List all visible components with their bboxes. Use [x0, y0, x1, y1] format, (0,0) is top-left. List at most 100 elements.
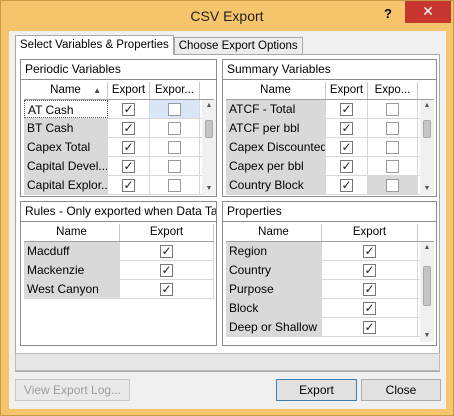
properties-scrollbar[interactable]: ▲ ▼ — [420, 242, 434, 342]
rules-title: Rules - Only exported when Data Table — [21, 202, 216, 222]
export-checkbox-checked[interactable]: ✓ — [363, 263, 376, 277]
export-checkbox-checked[interactable]: ✓ — [340, 140, 353, 154]
table-row[interactable]: Capital Devel... ✓ — [24, 157, 214, 176]
row-name: Deep or Shallow — [226, 318, 322, 336]
table-row[interactable]: Block ✓ — [226, 299, 434, 318]
table-row[interactable]: Country ✓ — [226, 261, 434, 280]
export-checkbox-checked[interactable]: ✓ — [122, 178, 135, 192]
export-checkbox-unchecked[interactable] — [168, 178, 181, 192]
row-name: Macduff — [24, 242, 120, 260]
export-checkbox-checked[interactable]: ✓ — [160, 244, 173, 258]
export-checkbox-checked[interactable]: ✓ — [160, 263, 173, 277]
column-header[interactable]: Export — [108, 82, 150, 99]
export-checkbox-unchecked[interactable] — [168, 121, 181, 135]
scroll-thumb[interactable] — [423, 120, 431, 138]
export-cell: ✓ — [108, 138, 150, 156]
row-name: ATCF - Total — [226, 100, 326, 118]
column-header[interactable]: Export — [326, 82, 368, 99]
export-cell: ✓ — [322, 299, 418, 317]
row-name: AT Cash — [24, 100, 108, 118]
table-row[interactable]: BT Cash ✓ — [24, 119, 214, 138]
table-row[interactable]: AT Cash ✓ — [24, 100, 214, 119]
scroll-thumb[interactable] — [423, 266, 431, 306]
view-export-log-button[interactable]: View Export Log... — [15, 379, 130, 401]
column-header[interactable]: Name — [226, 224, 322, 241]
help-button[interactable]: ? — [380, 5, 396, 23]
row-name: Region — [226, 242, 322, 260]
export-cell: ✓ — [326, 138, 368, 156]
scroll-thumb[interactable] — [205, 120, 213, 138]
row-name: Capital Explor... — [24, 176, 108, 194]
export-checkbox-checked[interactable]: ✓ — [363, 244, 376, 258]
export-checkbox-checked[interactable]: ✓ — [122, 102, 135, 116]
export-checkbox-checked[interactable]: ✓ — [122, 159, 135, 173]
scroll-up-icon[interactable]: ▲ — [420, 242, 434, 254]
close-window-button[interactable]: ✕ — [405, 1, 451, 23]
table-row[interactable]: Purpose ✓ — [226, 280, 434, 299]
tab-page: Periodic Variables Name ▲ Export Expor... AT… — [15, 54, 440, 372]
export-progress-bar — [15, 353, 440, 371]
periodic-variables-title: Periodic Variables — [21, 60, 216, 80]
export-checkbox-checked[interactable]: ✓ — [340, 178, 353, 192]
table-row[interactable]: Mackenzie ✓ — [24, 261, 214, 280]
table-row[interactable]: Capital Explor... ✓ — [24, 176, 214, 195]
scroll-down-icon[interactable]: ▼ — [420, 183, 434, 195]
summary-scrollbar[interactable]: ▲ ▼ — [420, 100, 434, 195]
export-cell: ✓ — [120, 280, 214, 298]
export-checkbox-unchecked[interactable] — [386, 121, 399, 135]
scroll-up-icon[interactable]: ▲ — [202, 100, 216, 112]
properties-grid: Name Export Region ✓ Country ✓ Purpose ✓ Block ✓ D… — [226, 224, 434, 337]
export-checkbox-checked[interactable]: ✓ — [363, 282, 376, 296]
column-header[interactable]: Name — [24, 224, 120, 241]
table-row[interactable]: ATCF per bbl ✓ — [226, 119, 434, 138]
export-checkbox-unchecked[interactable] — [168, 140, 181, 154]
row-name: ATCF per bbl — [226, 119, 326, 137]
row-name: Capex per bbl — [226, 157, 326, 175]
export-checkbox-checked[interactable]: ✓ — [122, 140, 135, 154]
export-checkbox-unchecked[interactable] — [386, 140, 399, 154]
table-row[interactable]: Capex per bbl ✓ — [226, 157, 434, 176]
table-row[interactable]: Deep or Shallow ✓ — [226, 318, 434, 337]
export-checkbox-unchecked[interactable] — [386, 178, 399, 192]
export-cell: ✓ — [322, 261, 418, 279]
export-checkbox-checked[interactable]: ✓ — [340, 159, 353, 173]
export-checkbox-unchecked[interactable] — [386, 159, 399, 173]
table-row[interactable]: Macduff ✓ — [24, 242, 214, 261]
column-header[interactable]: Expo... — [368, 82, 418, 99]
table-row[interactable]: ATCF - Total ✓ — [226, 100, 434, 119]
column-header[interactable]: Export — [322, 224, 418, 241]
export-checkbox-checked[interactable]: ✓ — [340, 102, 353, 116]
tab-strip: Select Variables & Properties Choose Exp… — [15, 35, 303, 55]
export-cell — [150, 119, 200, 137]
scroll-up-icon[interactable]: ▲ — [420, 100, 434, 112]
export-cell: ✓ — [326, 100, 368, 118]
column-header[interactable]: Name — [226, 82, 326, 99]
table-row[interactable]: West Canyon ✓ — [24, 280, 214, 299]
export-checkbox-checked[interactable]: ✓ — [122, 121, 135, 135]
column-header[interactable]: Export — [120, 224, 214, 241]
periodic-scrollbar[interactable]: ▲ ▼ — [202, 100, 216, 195]
column-header[interactable]: Expor... — [150, 82, 200, 99]
tab-select-variables[interactable]: Select Variables & Properties — [15, 35, 174, 55]
export-checkbox-unchecked[interactable] — [168, 102, 181, 116]
tab-export-options[interactable]: Choose Export Options — [173, 37, 303, 55]
table-row[interactable]: Country Block ✓ — [226, 176, 434, 195]
scroll-down-icon[interactable]: ▼ — [420, 330, 434, 342]
export-checkbox-checked[interactable]: ✓ — [363, 320, 376, 334]
export-cell: ✓ — [108, 119, 150, 137]
table-row[interactable]: Capex Total ✓ — [24, 138, 214, 157]
close-button[interactable]: Close — [361, 379, 441, 401]
table-row[interactable]: Capex Discounted ✓ — [226, 138, 434, 157]
export-checkbox-unchecked[interactable] — [386, 102, 399, 116]
export-checkbox-checked[interactable]: ✓ — [340, 121, 353, 135]
scroll-down-icon[interactable]: ▼ — [202, 183, 216, 195]
export-cell — [368, 157, 418, 175]
row-name: Capital Devel... — [24, 157, 108, 175]
export-button[interactable]: Export — [276, 379, 357, 401]
export-checkbox-unchecked[interactable] — [168, 159, 181, 173]
table-row[interactable]: Region ✓ — [226, 242, 434, 261]
export-checkbox-checked[interactable]: ✓ — [160, 282, 173, 296]
dialog-client: Select Variables & Properties Choose Exp… — [9, 31, 446, 409]
column-header[interactable]: Name ▲ — [24, 82, 108, 99]
export-checkbox-checked[interactable]: ✓ — [363, 301, 376, 315]
